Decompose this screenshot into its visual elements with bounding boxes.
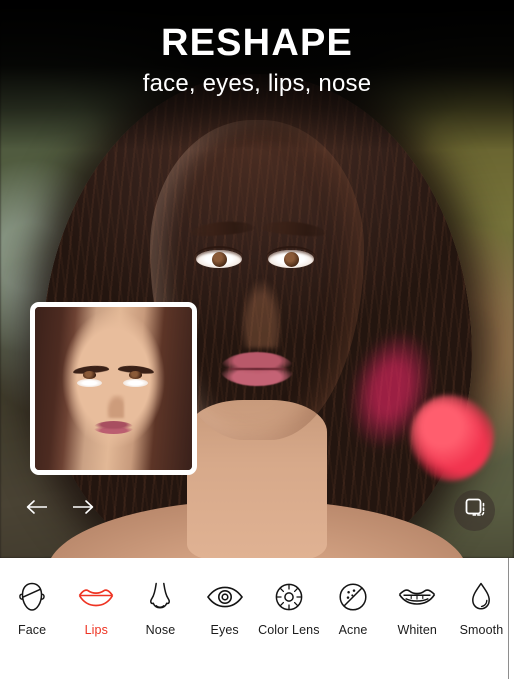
color-lens-icon xyxy=(273,580,305,614)
thumb-eye-left xyxy=(77,371,103,387)
tool-lips[interactable]: Lips xyxy=(64,580,128,637)
face-outline-icon xyxy=(17,580,47,614)
photo-editor-screen: RESHAPE face, eyes, lips, nose Face Lips… xyxy=(0,0,514,679)
tool-label: Face xyxy=(17,623,47,637)
thumb-eye-right xyxy=(122,371,149,387)
thumbnail-image xyxy=(35,307,192,470)
tool-whiten[interactable]: Whiten xyxy=(385,580,449,637)
tool-smooth[interactable]: Smooth xyxy=(449,580,513,637)
whiten-teeth-icon xyxy=(397,580,437,614)
toolbar-scroll-edge xyxy=(508,558,509,679)
editing-tools-toolbar[interactable]: Face Lips Nose Eyes Color Lens Acne Whit… xyxy=(0,558,514,679)
arrow-left-icon xyxy=(25,499,49,515)
acne-icon xyxy=(337,580,369,614)
droplet-icon xyxy=(469,580,493,614)
arrow-right-icon xyxy=(71,499,95,515)
thumb-iris-right xyxy=(128,371,142,379)
tool-face[interactable]: Face xyxy=(0,580,64,637)
thumb-nose xyxy=(107,395,125,418)
thumb-lips xyxy=(93,421,134,435)
tool-label: Acne xyxy=(338,623,368,637)
tool-label: Nose xyxy=(145,623,176,637)
nose-icon xyxy=(144,580,176,614)
face-preview-thumbnail[interactable] xyxy=(30,302,197,475)
undo-button[interactable] xyxy=(24,496,50,518)
compare-before-after-icon xyxy=(463,496,487,525)
tool-color-lens[interactable]: Color Lens xyxy=(257,580,321,637)
redo-button[interactable] xyxy=(70,496,96,518)
tool-label: Eyes xyxy=(210,623,239,637)
lips-icon xyxy=(77,580,115,614)
tool-label: Color Lens xyxy=(258,623,320,637)
thumb-iris-left xyxy=(83,371,97,379)
tool-label: Smooth xyxy=(459,623,504,637)
lip-line xyxy=(223,368,291,370)
eye-icon xyxy=(206,580,244,614)
tool-acne[interactable]: Acne xyxy=(321,580,385,637)
history-controls xyxy=(24,496,96,518)
tool-nose[interactable]: Nose xyxy=(128,580,192,637)
compare-before-after-button[interactable] xyxy=(454,490,495,531)
top-gradient-overlay xyxy=(0,0,514,150)
tool-label: Lips xyxy=(84,623,108,637)
tool-eyes[interactable]: Eyes xyxy=(193,580,257,637)
nose-shading xyxy=(234,278,280,348)
tool-label: Whiten xyxy=(397,623,437,637)
